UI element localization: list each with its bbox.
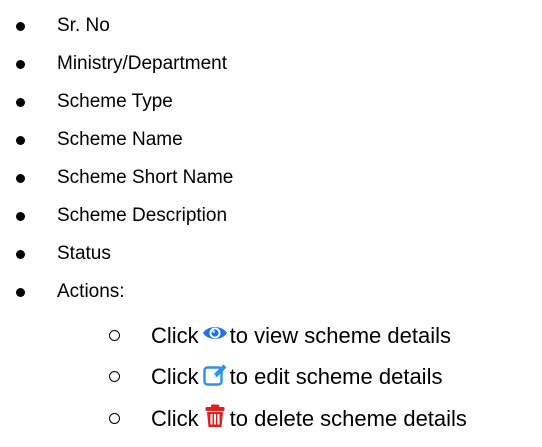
action-suffix: to delete scheme details bbox=[229, 406, 467, 431]
field-description-document: Sr. No Ministry/Department Scheme Type S… bbox=[0, 0, 542, 447]
list-item-label: Sr. No bbox=[57, 15, 110, 36]
bullet bbox=[16, 98, 25, 107]
bullet bbox=[16, 212, 25, 221]
list-item-label: Scheme Description bbox=[57, 205, 228, 226]
list-item-label: Ministry/Department bbox=[57, 53, 227, 74]
action-prefix: Click bbox=[151, 406, 199, 431]
action-suffix: to view scheme details bbox=[229, 323, 451, 348]
action-text: Click to delete scheme details bbox=[151, 401, 467, 437]
bullet bbox=[16, 136, 25, 145]
list-item-label: Actions: bbox=[57, 281, 125, 302]
action-text: Click to edit scheme details bbox=[151, 359, 442, 395]
action-suffix: to edit scheme details bbox=[229, 364, 443, 389]
list-item-label: Status bbox=[57, 243, 111, 264]
trash-icon[interactable] bbox=[202, 403, 228, 429]
list-item-label: Scheme Name bbox=[57, 129, 183, 150]
eye-icon[interactable] bbox=[202, 320, 228, 346]
action-text: Click to view scheme details bbox=[151, 318, 451, 354]
action-prefix: Click bbox=[151, 323, 199, 348]
edit-icon[interactable] bbox=[202, 361, 228, 387]
bullet bbox=[16, 250, 25, 259]
sub-bullet bbox=[109, 330, 120, 341]
bullet bbox=[16, 60, 25, 69]
bullet bbox=[16, 174, 25, 183]
action-prefix: Click bbox=[151, 364, 199, 389]
list-item-label: Scheme Type bbox=[57, 91, 173, 112]
sub-bullet bbox=[109, 413, 120, 424]
bullet bbox=[16, 288, 25, 297]
bullet bbox=[16, 22, 25, 31]
sub-bullet bbox=[109, 371, 120, 382]
list-item-label: Scheme Short Name bbox=[57, 167, 234, 188]
